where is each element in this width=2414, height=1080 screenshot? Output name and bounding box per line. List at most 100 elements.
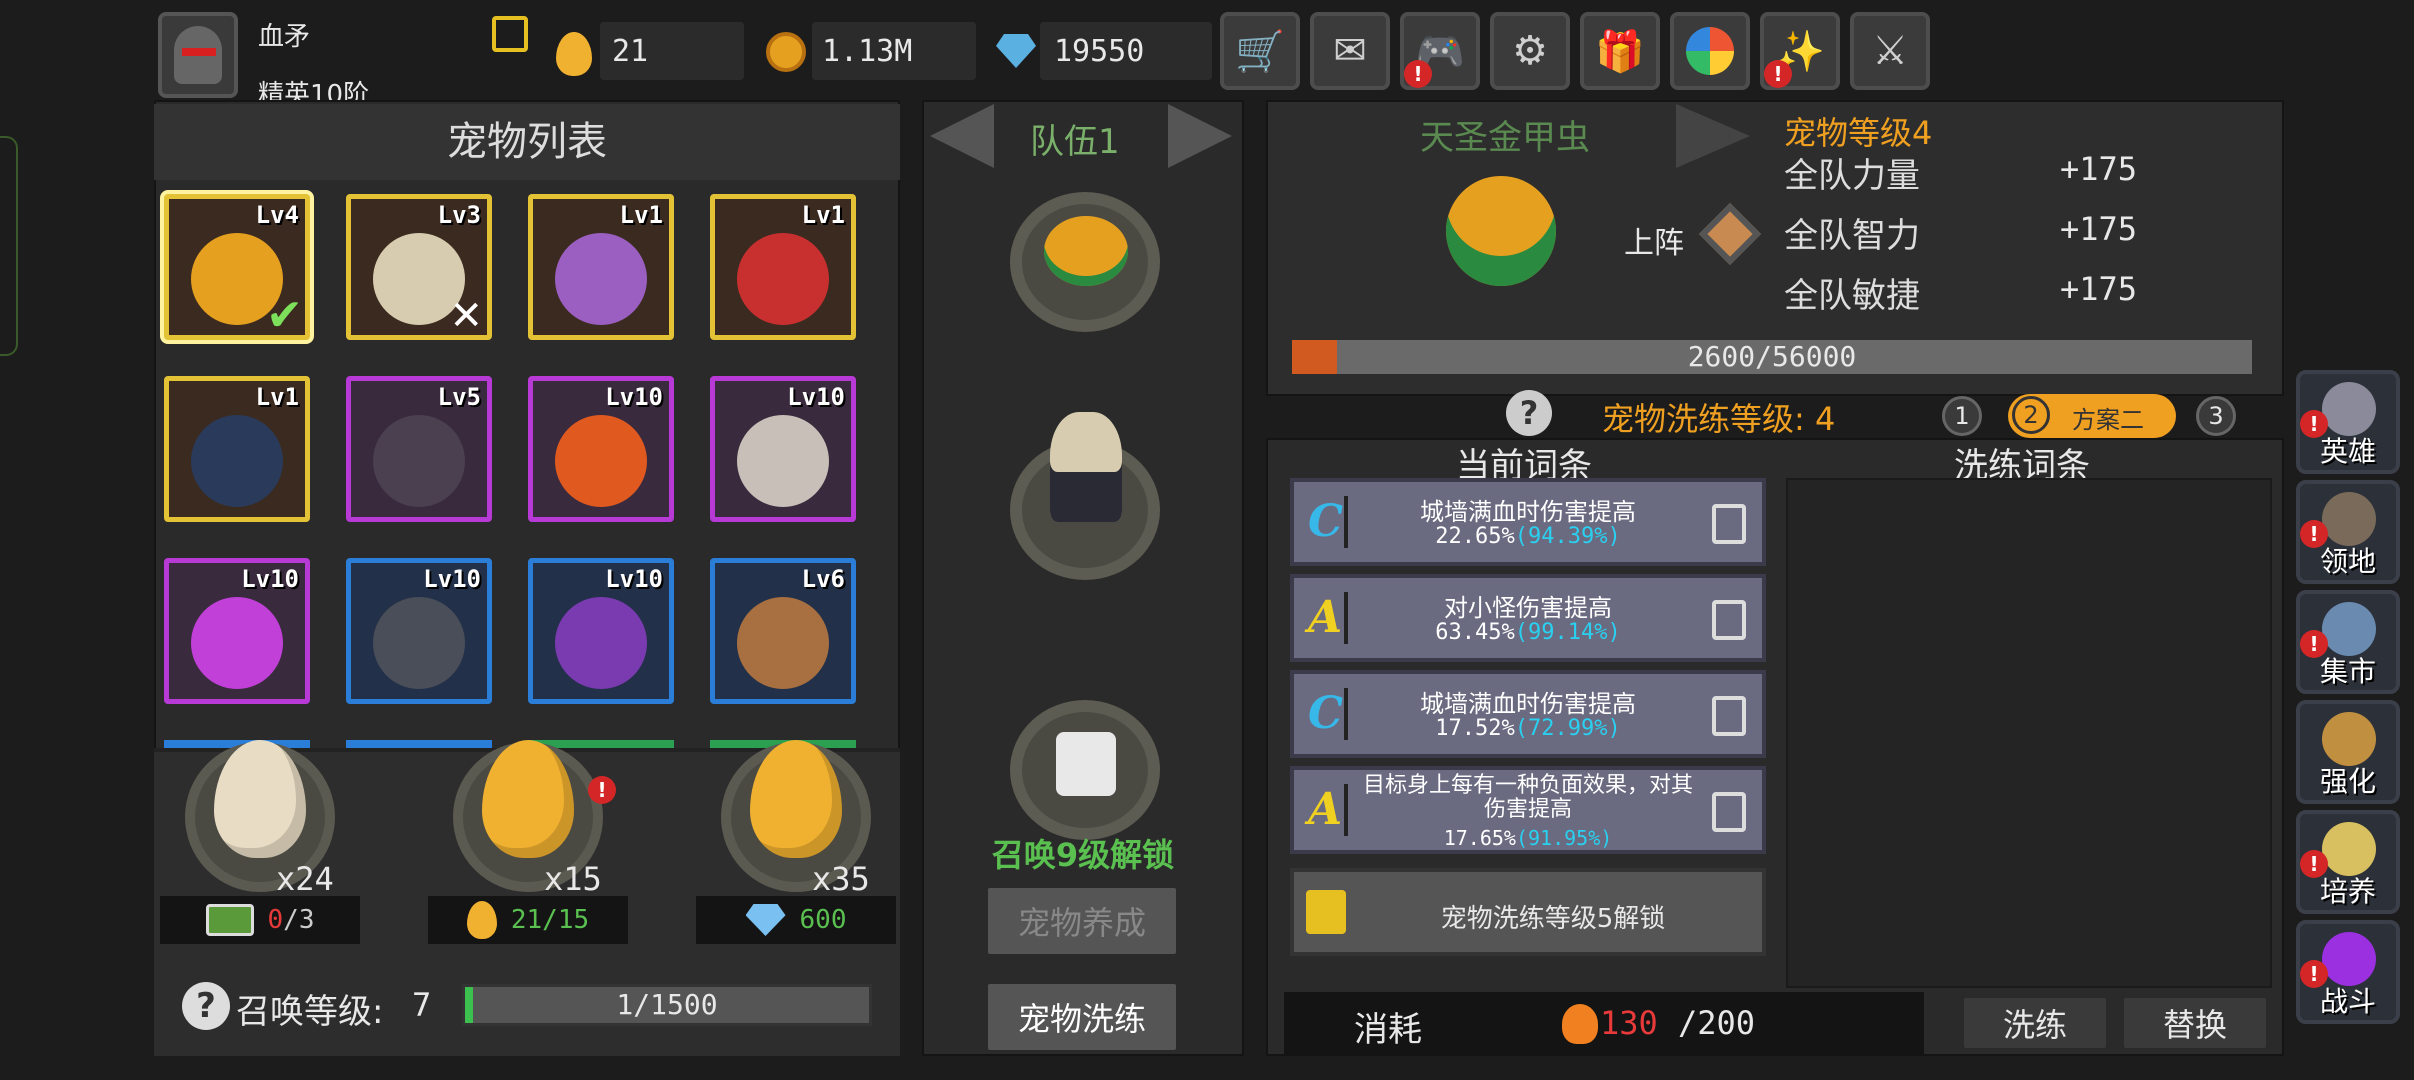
battle-button[interactable]: ⚔	[1850, 12, 1930, 90]
entry-value-num: 63.45%	[1435, 620, 1515, 645]
lock-icon	[1306, 890, 1346, 934]
egg-cost-used: 0	[267, 905, 284, 935]
check-icon: ✔	[266, 290, 303, 341]
side-menu-icon	[2322, 712, 2376, 766]
egg-cost-value: 21/15	[511, 905, 589, 935]
refine-level-label: 宠物洗练等级: 4	[1602, 400, 1836, 438]
help-icon[interactable]: ?	[1506, 390, 1552, 436]
pet-portrait	[373, 415, 465, 507]
fireworks-button[interactable]: ✨!	[1760, 12, 1840, 90]
egg-cost[interactable]: 21/15	[428, 896, 628, 944]
pet-portrait	[555, 233, 647, 325]
pet-card[interactable]: Lv10	[528, 376, 674, 522]
pet-portrait	[555, 415, 647, 507]
entry-row[interactable]: A 对小怪伤害提高 63.45%(99.14%)	[1290, 574, 1766, 662]
egg-count: x15	[544, 860, 602, 898]
pet-level: Lv10	[423, 565, 481, 593]
stat-value: +175	[2060, 270, 2138, 308]
egg-cost[interactable]: 600	[696, 896, 896, 944]
gem-icon	[996, 34, 1036, 68]
entry-row[interactable]: A 目标身上每有一种负面效果，对其伤害提高 17.65%(91.95%)	[1290, 766, 1766, 854]
pet-level: Lv6	[801, 565, 845, 593]
mail-button[interactable]: ✉	[1310, 12, 1390, 90]
side-menu-button[interactable]: 战斗!	[2296, 920, 2400, 1024]
team-slot-2[interactable]	[1010, 412, 1160, 580]
pet-card[interactable]: Lv1	[528, 194, 674, 340]
player-name: 血矛	[258, 22, 311, 52]
side-menu-button[interactable]: 强化	[2296, 700, 2400, 804]
stat-value: +175	[2060, 210, 2138, 248]
alert-badge: !	[1404, 60, 1432, 88]
shop-button[interactable]: 🛒	[1220, 12, 1300, 90]
pet-card[interactable]: Lv10	[346, 558, 492, 704]
pet-card[interactable]: Lv6	[710, 558, 856, 704]
egg-cost-total: /3	[283, 905, 315, 935]
help-icon[interactable]: ?	[182, 982, 230, 1030]
plan-2-number: 2	[2012, 396, 2050, 434]
wheel-button[interactable]	[1670, 12, 1750, 90]
pet-card[interactable]: Lv1	[710, 194, 856, 340]
games-button[interactable]: 🎮!	[1400, 12, 1480, 90]
unlock-text: 召唤9级解锁	[991, 836, 1175, 874]
egg-cost-used: 21	[510, 905, 543, 935]
pet-nurture-button[interactable]: 宠物养成	[984, 884, 1180, 958]
side-menu-button[interactable]: 领地!	[2296, 480, 2400, 584]
horned-skull-icon	[1050, 412, 1122, 522]
pet-card[interactable]: Lv5	[346, 376, 492, 522]
plan-1-button[interactable]: 1	[1942, 396, 1982, 436]
pet-card[interactable]: Lv3 ✕	[346, 194, 492, 340]
refine-action-button[interactable]: 洗练	[1960, 994, 2110, 1052]
entry-value: 63.45%(99.14%)	[1354, 620, 1702, 645]
egg-cost[interactable]: 0/3	[160, 896, 360, 944]
pet-card[interactable]: Lv10	[164, 558, 310, 704]
entry-grade: C	[1308, 688, 1348, 740]
pet-level: Lv3	[437, 201, 481, 229]
edit-name-icon[interactable]	[492, 16, 528, 52]
egg-cost-total: /15	[542, 905, 590, 935]
alert-badge: !	[2300, 410, 2328, 438]
pet-portrait	[737, 233, 829, 325]
side-menu-button[interactable]: 集市!	[2296, 590, 2400, 694]
unlock-icon[interactable]	[1712, 600, 1746, 640]
side-menu-icon	[2322, 822, 2376, 876]
pet-portrait	[555, 597, 647, 689]
stat-value: +175	[2060, 150, 2138, 188]
plan-3-button[interactable]: 3	[2196, 396, 2236, 436]
unlock-icon[interactable]	[1712, 792, 1746, 832]
pet-card[interactable]: Lv4 ✔	[164, 194, 310, 341]
team-slot-1[interactable]	[1010, 192, 1160, 332]
unlock-icon[interactable]	[1712, 696, 1746, 736]
locked-entry-slot: 宠物洗练等级5解锁	[1290, 868, 1766, 956]
plan-2-button[interactable]: 2 方案二	[2008, 394, 2176, 438]
pet-refine-button[interactable]: 宠物洗练	[984, 980, 1180, 1054]
player-avatar[interactable]	[158, 12, 238, 98]
entry-row[interactable]: C 城墙满血时伤害提高 22.65%(94.39%)	[1290, 478, 1766, 566]
golden-beetle-icon	[1446, 176, 1556, 286]
alert-badge: !	[2300, 960, 2328, 988]
entry-grade: C	[1308, 496, 1348, 548]
swords-icon: ⚔	[1872, 28, 1908, 74]
unlock-icon[interactable]	[1712, 504, 1746, 544]
replace-button[interactable]: 替换	[2120, 994, 2270, 1052]
egg-count: x24	[276, 860, 334, 898]
team-slot-3[interactable]	[1010, 700, 1160, 840]
pet-list-title: 宠物列表	[154, 104, 900, 180]
side-menu-button[interactable]: 培养!	[2296, 810, 2400, 914]
entry-value-num: 17.65%	[1443, 826, 1516, 850]
entry-text: 目标身上每有一种负面效果，对其伤害提高	[1362, 773, 1693, 822]
egg-cost-value: 600	[800, 905, 847, 935]
entry-row[interactable]: C 城墙满血时伤害提高 17.52%(72.99%)	[1290, 670, 1766, 758]
pet-card[interactable]: Lv1	[164, 376, 310, 522]
side-menu-button[interactable]: 英雄!	[2296, 370, 2400, 474]
alert-badge: !	[588, 776, 616, 804]
pet-card[interactable]: Lv10	[528, 558, 674, 704]
gift-button[interactable]: 🎁	[1580, 12, 1660, 90]
pet-level: Lv1	[801, 201, 845, 229]
gold-egg-icon	[556, 32, 592, 76]
pet-card[interactable]: Lv10	[710, 376, 856, 522]
lock-icon	[1056, 732, 1116, 796]
side-drawer-tab[interactable]	[0, 136, 18, 356]
settings-button[interactable]: ⚙	[1490, 12, 1570, 90]
summon-progress-text: 1/1500	[616, 988, 718, 1021]
entry-value: 22.65%(94.39%)	[1354, 524, 1702, 549]
